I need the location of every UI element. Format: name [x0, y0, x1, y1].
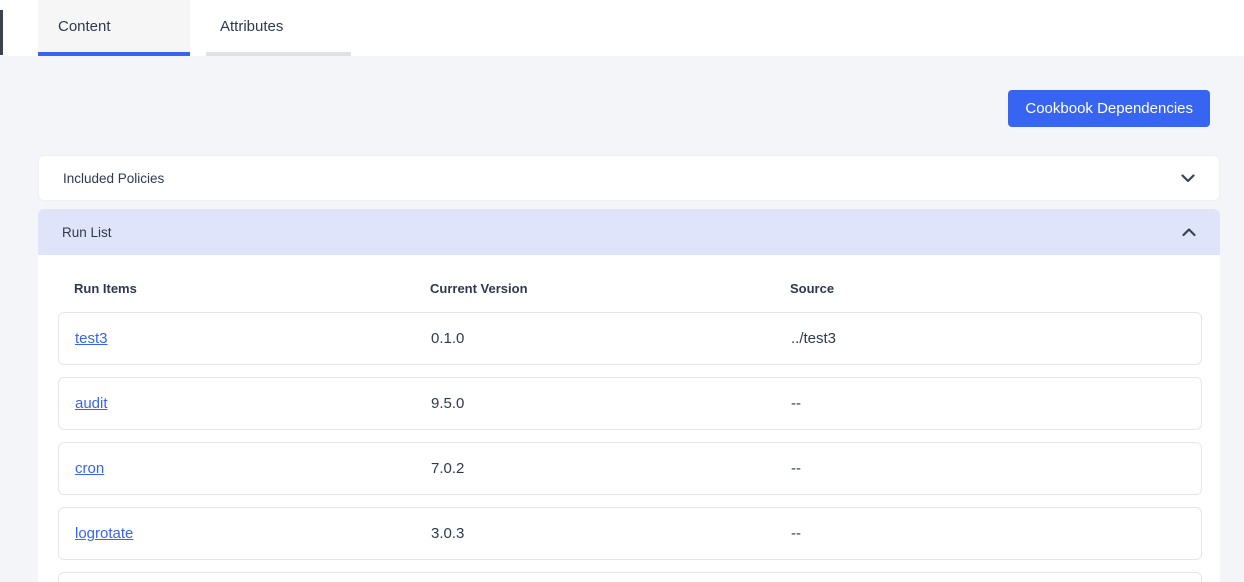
run-list-title: Run List	[62, 224, 112, 240]
tab-attributes-label: Attributes	[220, 17, 284, 35]
cookbook-dependencies-button[interactable]: Cookbook Dependencies	[1008, 90, 1210, 127]
table-row: cron 7.0.2 --	[58, 442, 1202, 495]
column-header-source: Source	[790, 281, 835, 296]
toolbar: Cookbook Dependencies	[0, 56, 1244, 127]
table-row: test3 0.1.0 ../test3	[58, 312, 1202, 365]
run-item-version: 3.0.3	[431, 525, 465, 542]
run-item-source: --	[791, 395, 801, 412]
run-item-source: ../test3	[791, 330, 837, 347]
column-header-current-version: Current Version	[430, 281, 528, 296]
tab-content[interactable]: Content	[38, 0, 190, 56]
run-item-version: 7.0.2	[431, 460, 465, 477]
run-item-source: --	[791, 460, 801, 477]
run-list-header[interactable]: Run List	[38, 209, 1220, 255]
table-row: audit 9.5.0 --	[58, 377, 1202, 430]
cropped-left-edge-artifact	[0, 10, 3, 55]
tab-content-label: Content	[58, 17, 111, 35]
run-item-link[interactable]: audit	[75, 395, 108, 412]
run-item-link[interactable]: test3	[75, 330, 108, 347]
run-list-table: Run Items Current Version Source test3 0…	[38, 255, 1220, 582]
table-row-partially-visible	[58, 572, 1202, 582]
table-header-row: Run Items Current Version Source	[58, 255, 1202, 312]
tab-bar: Content Attributes	[0, 0, 1244, 56]
chevron-up-icon	[1182, 225, 1196, 240]
run-item-version: 9.5.0	[431, 395, 465, 412]
run-item-source: --	[791, 525, 801, 542]
tab-attributes[interactable]: Attributes	[206, 0, 351, 56]
included-policies-title: Included Policies	[63, 170, 165, 186]
included-policies-accordion[interactable]: Included Policies	[38, 155, 1220, 201]
chevron-down-icon	[1181, 171, 1195, 186]
column-header-run-items: Run Items	[74, 281, 137, 296]
run-item-version: 0.1.0	[431, 330, 465, 347]
table-row: logrotate 3.0.3 --	[58, 507, 1202, 560]
run-item-link[interactable]: logrotate	[75, 525, 133, 542]
run-list-accordion: Run List Run Items Current Version Sourc…	[38, 209, 1220, 582]
run-item-link[interactable]: cron	[75, 460, 104, 477]
